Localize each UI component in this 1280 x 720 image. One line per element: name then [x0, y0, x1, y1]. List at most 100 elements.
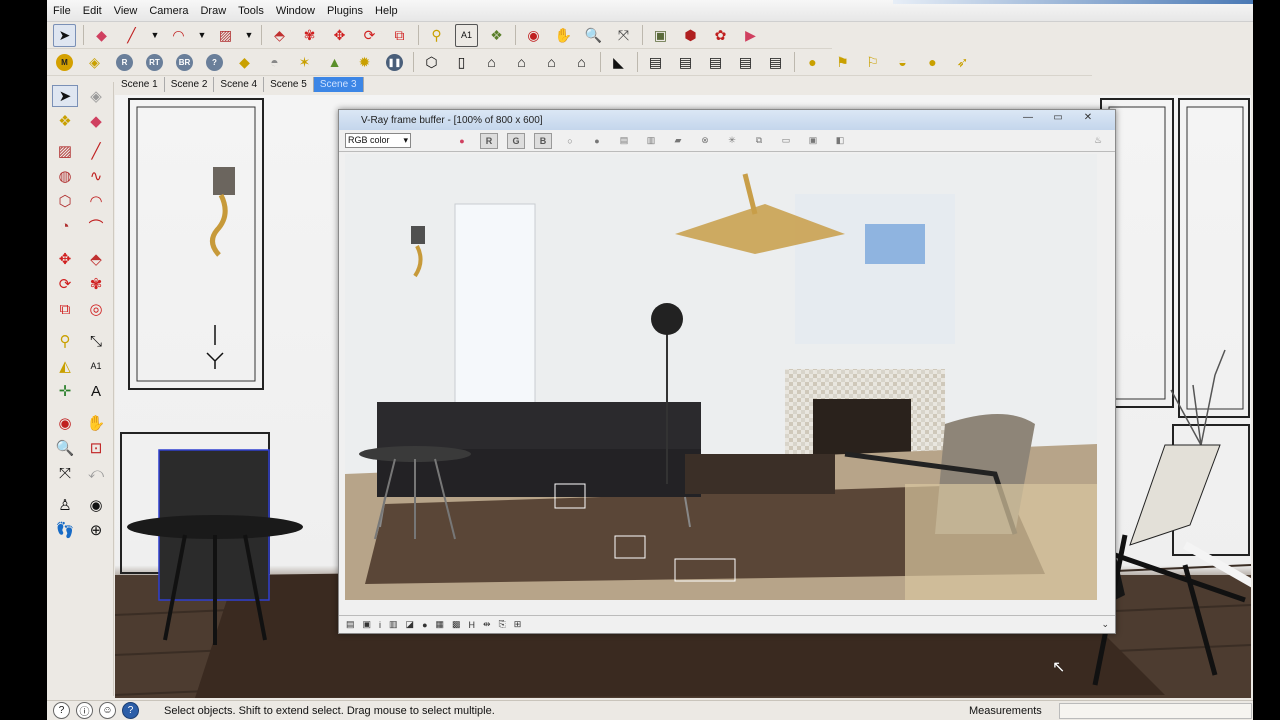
paint-bucket-icon[interactable]: ❖	[52, 110, 78, 132]
lut-icon[interactable]: ▦	[436, 619, 445, 630]
menu-window[interactable]: Window	[276, 5, 315, 17]
zoom-icon[interactable]: 🔍	[582, 24, 605, 47]
close-button[interactable]: ✕	[1075, 112, 1101, 126]
menu-file[interactable]: File	[53, 5, 71, 17]
orbit-icon[interactable]: ◉	[52, 412, 78, 434]
stamp-icon[interactable]: ⎘	[499, 619, 506, 630]
expand-chevron-icon[interactable]: ⌄	[1101, 619, 1109, 630]
scale-icon[interactable]: ⧉	[388, 24, 411, 47]
section-icon[interactable]: ◣	[607, 51, 630, 74]
tab-scene-3[interactable]: Scene 3	[313, 77, 364, 92]
curve-icon[interactable]: ◪	[406, 619, 415, 630]
credits-icon[interactable]: ⓘ	[76, 702, 93, 719]
histogram-icon[interactable]: ▩	[452, 619, 461, 630]
bottom-icon[interactable]: ▤	[734, 51, 757, 74]
views-icon[interactable]: ⬡	[420, 51, 443, 74]
select-tool-icon[interactable]: ➤	[52, 85, 78, 107]
materials-icon[interactable]: ✿	[709, 24, 732, 47]
blue-channel-button[interactable]: B	[534, 132, 552, 149]
geo-location-icon[interactable]: ?	[53, 702, 70, 719]
arc-icon[interactable]: ◠	[83, 190, 109, 212]
rectangle-icon[interactable]: ▨	[52, 140, 78, 162]
hemisphere-icon[interactable]: ◒	[891, 51, 914, 74]
section-plane-icon[interactable]: ⊕	[83, 519, 109, 541]
paint-bucket-icon[interactable]: ❖	[485, 24, 508, 47]
menu-plugins[interactable]: Plugins	[327, 5, 363, 17]
menu-view[interactable]: View	[114, 5, 138, 17]
link-icon[interactable]: ▣	[804, 133, 822, 149]
arc-icon[interactable]: ◠	[167, 24, 190, 47]
tab-scene-5[interactable]: Scene 5	[264, 77, 314, 92]
vray-render-button[interactable]: R	[113, 51, 136, 74]
offset-icon[interactable]: ◎	[83, 298, 109, 320]
stop-render-icon[interactable]: ◧	[831, 133, 849, 149]
h-icon[interactable]: H	[469, 620, 476, 630]
pan-icon[interactable]: ✋	[552, 24, 575, 47]
previous-view-icon[interactable]: ⤺	[83, 462, 109, 484]
save-all-icon[interactable]: ▥	[642, 133, 660, 149]
color-corrections-icon[interactable]: ●	[453, 133, 471, 149]
pan-icon[interactable]: ✋	[83, 412, 109, 434]
tab-scene-2[interactable]: Scene 2	[164, 77, 215, 92]
push-pull-icon[interactable]: ⬘	[268, 24, 291, 47]
look-around-icon[interactable]: ◉	[83, 494, 109, 516]
zoom-extents-icon[interactable]: ⤧	[52, 462, 78, 484]
make-component-icon[interactable]: ◈	[83, 85, 109, 107]
vray-proxy-icon[interactable]: ▲	[323, 51, 346, 74]
menu-edit[interactable]: Edit	[83, 5, 102, 17]
sphere-icon[interactable]: ●	[921, 51, 944, 74]
top-icon[interactable]: ▤	[674, 51, 697, 74]
arrow-plane-icon[interactable]: ➶	[951, 51, 974, 74]
flag-icon[interactable]: ⚐	[861, 51, 884, 74]
levels-icon[interactable]: ▥	[389, 619, 398, 630]
select-arrow-icon[interactable]: ➤	[53, 23, 76, 47]
rotate-icon[interactable]: ⟳	[52, 273, 78, 295]
zoom-extents-icon[interactable]: ⤧	[612, 24, 635, 47]
protractor-icon[interactable]: ◭	[52, 355, 78, 377]
menu-tools[interactable]: Tools	[238, 5, 264, 17]
dimension-icon[interactable]: ⤡	[83, 330, 109, 352]
3d-text-icon[interactable]: A	[83, 380, 109, 402]
line-icon[interactable]: ╱	[83, 140, 109, 162]
vray-batch-render-button[interactable]: BR	[173, 51, 196, 74]
tab-scene-4[interactable]: Scene 4	[214, 77, 265, 92]
house-icon[interactable]: ⌂	[480, 51, 503, 74]
tape-measure-icon[interactable]: ⚲	[425, 24, 448, 47]
model-viewport[interactable]: V-Ray frame buffer - [100% of 800 x 600]…	[115, 95, 1251, 698]
zoom-window-icon[interactable]: ⊡	[83, 437, 109, 459]
load-image-icon[interactable]: ▰	[669, 133, 687, 149]
follow-me-icon[interactable]: ✾	[83, 273, 109, 295]
vray-dome-icon[interactable]: ◓	[263, 51, 286, 74]
dropdown-arrow-icon[interactable]: ▼	[197, 24, 207, 47]
eraser-icon[interactable]: ◆	[90, 24, 113, 47]
zoom-icon[interactable]: 🔍	[52, 437, 78, 459]
render-teapot-icon[interactable]: ♨	[1089, 133, 1107, 149]
user-icon[interactable]: ☺	[99, 702, 116, 719]
alpha-channel-icon[interactable]: ○	[561, 133, 579, 149]
duplicate-vfb-icon[interactable]: ⧉	[750, 133, 768, 149]
perspective-icon[interactable]: ▤	[764, 51, 787, 74]
shadow-icon[interactable]: ●	[801, 51, 824, 74]
vray-sphere-icon[interactable]: ✹	[353, 51, 376, 74]
scale-icon[interactable]: ⧉	[52, 298, 78, 320]
channel-select[interactable]: RGB color	[345, 133, 411, 148]
axes-icon[interactable]: ✛	[52, 380, 78, 402]
dropdown-arrow-icon[interactable]: ▼	[244, 24, 254, 47]
walk-icon[interactable]: 👣	[52, 519, 78, 541]
vray-pause-icon[interactable]: ❚❚	[383, 51, 406, 74]
menu-help[interactable]: Help	[375, 5, 398, 17]
front-icon[interactable]: ⌂	[510, 51, 533, 74]
right-icon[interactable]: ▤	[704, 51, 727, 74]
clear-image-icon[interactable]: ⊗	[696, 133, 714, 149]
rotate-icon[interactable]: ⟳	[358, 24, 381, 47]
freehand-icon[interactable]: ∿	[83, 165, 109, 187]
follow-me-icon[interactable]: ✾	[298, 24, 321, 47]
vray-material-editor-button[interactable]: M	[53, 51, 76, 74]
vray-help-button[interactable]: ?	[203, 51, 226, 74]
model-info-icon[interactable]: ⬢	[679, 24, 702, 47]
back-icon[interactable]: ⌂	[540, 51, 563, 74]
info-icon[interactable]: i	[379, 620, 381, 630]
help-icon[interactable]: ?	[122, 702, 139, 719]
menu-camera[interactable]: Camera	[149, 5, 188, 17]
tape-measure-icon[interactable]: ⚲	[52, 330, 78, 352]
